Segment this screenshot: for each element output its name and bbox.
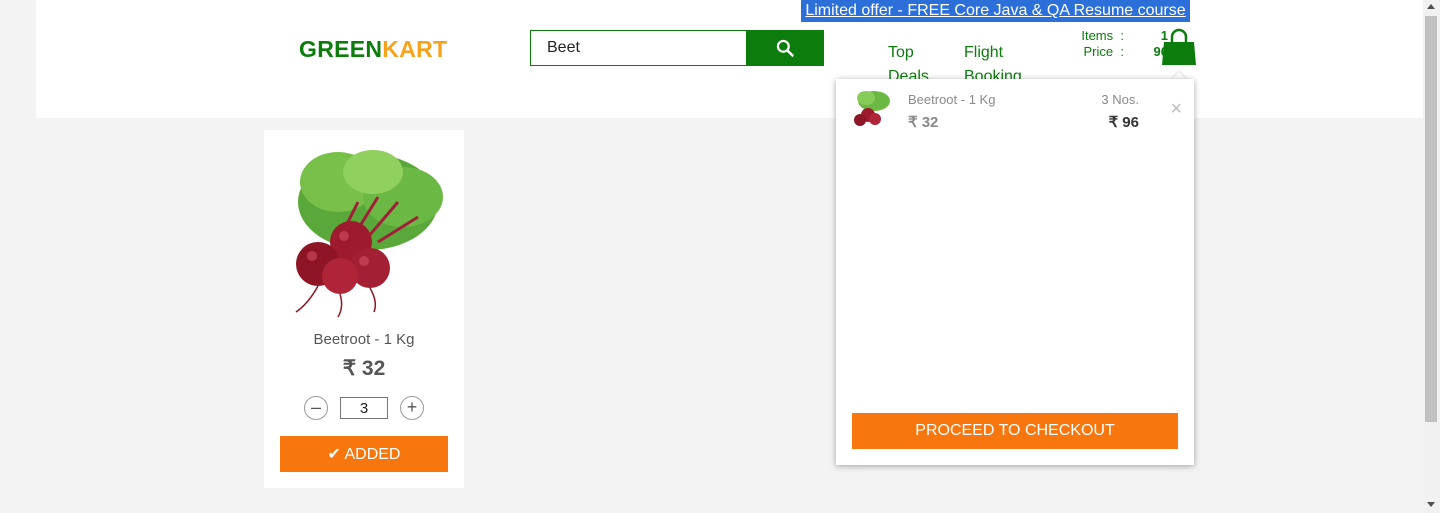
product-name: Beetroot - 1 Kg [313, 331, 415, 348]
cart-items-row: Items : 1 [1066, 28, 1170, 44]
proceed-to-checkout-button[interactable]: PROCEED TO CHECKOUT [852, 413, 1178, 449]
price-label: Price : [1083, 44, 1124, 59]
cart-info: Items : 1 Price : 96 [1066, 28, 1170, 60]
logo[interactable]: GREENKART [299, 36, 447, 63]
product-card: Beetroot - 1 Kg ₹ 32 – + ✔ ADDED [264, 130, 464, 488]
cart-price-row: Price : 96 [1066, 44, 1170, 60]
scroll-down-arrow-icon[interactable] [1427, 502, 1435, 507]
logo-kart: KART [382, 36, 448, 62]
cart-item-name: Beetroot - 1 Kg [908, 92, 996, 107]
quantity-input[interactable] [340, 397, 388, 419]
promo-link[interactable]: Limited offer - FREE Core Java & QA Resu… [801, 0, 1190, 22]
items-label: Items : [1081, 28, 1124, 43]
search-bar [530, 30, 824, 66]
quantity-stepper: – + [304, 396, 424, 420]
cart-item-thumbnail [850, 89, 892, 131]
increment-button[interactable]: + [400, 396, 424, 420]
cart-preview: Beetroot - 1 Kg ₹ 32 3 Nos. ₹ 96 × PROCE… [836, 79, 1194, 465]
search-icon [776, 39, 794, 57]
vertical-scrollbar[interactable] [1423, 0, 1440, 513]
product-price: ₹ 32 [342, 357, 386, 380]
cart-item-amount: ₹ 96 [1108, 114, 1139, 131]
search-input[interactable] [530, 30, 747, 66]
scroll-up-arrow-icon[interactable] [1427, 4, 1435, 9]
cart-item: Beetroot - 1 Kg ₹ 32 3 Nos. ₹ 96 × [836, 79, 1194, 139]
decrement-button[interactable]: – [304, 396, 328, 420]
header: GREENKART Limited offer - FREE Core Java… [36, 0, 1423, 118]
search-button[interactable] [746, 30, 824, 66]
logo-green: GREEN [299, 36, 383, 62]
beetroot-image [278, 142, 450, 318]
add-to-cart-button[interactable]: ✔ ADDED [280, 436, 448, 472]
shopping-bag-icon[interactable] [1161, 28, 1197, 68]
cart-item-quantity: 3 Nos. [1101, 92, 1139, 107]
close-icon[interactable]: × [1170, 99, 1182, 119]
scrollbar-thumb[interactable] [1425, 16, 1437, 422]
cart-item-unit-price: ₹ 32 [908, 114, 939, 131]
